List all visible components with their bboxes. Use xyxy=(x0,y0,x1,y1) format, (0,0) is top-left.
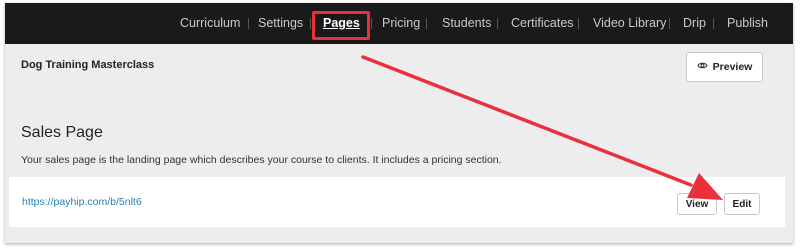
nav-separator xyxy=(713,18,714,29)
nav-separator xyxy=(578,18,579,29)
eye-icon xyxy=(696,60,708,74)
nav-item-drip[interactable]: Drip xyxy=(683,3,706,44)
sales-page-url-link[interactable]: https://payhip.com/b/5nlt6 xyxy=(22,196,142,208)
app-window: Curriculum Settings Pages Pricing Studen… xyxy=(5,3,793,243)
sales-page-title: Sales Page xyxy=(21,124,103,141)
nav-item-publish[interactable]: Publish xyxy=(727,3,768,44)
nav-item-students[interactable]: Students xyxy=(442,3,491,44)
pages-highlight-box xyxy=(312,11,370,40)
nav-item-settings[interactable]: Settings xyxy=(258,3,303,44)
course-title: Dog Training Masterclass xyxy=(21,59,155,71)
nav-separator xyxy=(371,18,372,29)
edit-button[interactable]: Edit xyxy=(724,193,760,215)
nav-item-certificates[interactable]: Certificates xyxy=(511,3,574,44)
sales-page-url-row: https://payhip.com/b/5nlt6 View Edit xyxy=(9,177,785,227)
nav-separator xyxy=(310,18,311,29)
preview-button[interactable]: Preview xyxy=(686,52,763,82)
view-button[interactable]: View xyxy=(677,193,717,215)
nav-item-video-library[interactable]: Video Library xyxy=(593,3,666,44)
preview-label: Preview xyxy=(712,61,753,73)
sales-page-description: Your sales page is the landing page whic… xyxy=(21,154,502,166)
top-navigation: Curriculum Settings Pages Pricing Studen… xyxy=(5,3,793,44)
nav-separator xyxy=(248,18,249,29)
nav-item-curriculum[interactable]: Curriculum xyxy=(180,3,240,44)
nav-separator xyxy=(426,18,427,29)
nav-separator xyxy=(497,18,498,29)
nav-item-pricing[interactable]: Pricing xyxy=(382,3,420,44)
nav-separator xyxy=(669,18,670,29)
